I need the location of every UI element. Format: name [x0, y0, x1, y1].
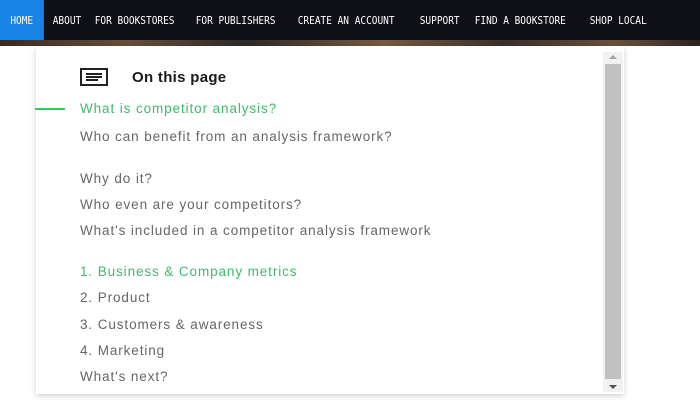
nav-support[interactable]: SUPPORT	[412, 0, 467, 40]
toc-item-marketing[interactable]: 4. Marketing	[80, 344, 165, 358]
nav-create-account[interactable]: CREATE AN ACCOUNT	[290, 0, 402, 40]
toc-item-whats-included[interactable]: What's included in a competitor analysis…	[80, 224, 530, 238]
nav-home[interactable]: HOME	[0, 0, 44, 40]
top-navigation-bar: HOME ABOUT FOR BOOKSTORES FOR PUBLISHERS…	[0, 0, 700, 46]
toc-item-customers-awareness[interactable]: 3. Customers & awareness	[80, 318, 264, 332]
scroll-down-arrow-icon[interactable]	[609, 385, 617, 389]
toc-item-who-can-benefit[interactable]: Who can benefit from an analysis framewo…	[80, 130, 480, 144]
on-this-page-panel: On this page What is competitor analysis…	[36, 46, 624, 394]
table-of-contents-icon	[80, 68, 108, 86]
toc-item-product[interactable]: 2. Product	[80, 291, 151, 305]
nav-find-bookstore[interactable]: FIND A BOOKSTORE	[467, 0, 574, 40]
toc-item-business-company-metrics[interactable]: 1. Business & Company metrics	[80, 265, 297, 279]
active-section-marker	[35, 108, 65, 110]
toc-scrollbar[interactable]	[603, 52, 623, 392]
panel-header: On this page	[80, 68, 226, 86]
toc-item-whats-next[interactable]: What's next?	[80, 370, 168, 384]
panel-title: On this page	[132, 68, 227, 86]
nav-for-publishers[interactable]: FOR PUBLISHERS	[188, 0, 283, 40]
scroll-up-arrow-icon[interactable]	[609, 55, 617, 59]
scrollbar-thumb[interactable]	[605, 64, 621, 379]
nav-about[interactable]: ABOUT	[45, 0, 89, 40]
nav-shop-local[interactable]: SHOP LOCAL	[582, 0, 654, 40]
toc-item-what-is-competitor-analysis[interactable]: What is competitor analysis?	[80, 102, 277, 116]
nav-for-bookstores[interactable]: FOR BOOKSTORES	[87, 0, 182, 40]
toc-item-who-are-competitors[interactable]: Who even are your competitors?	[80, 198, 302, 212]
toc-item-why-do-it[interactable]: Why do it?	[80, 172, 153, 186]
